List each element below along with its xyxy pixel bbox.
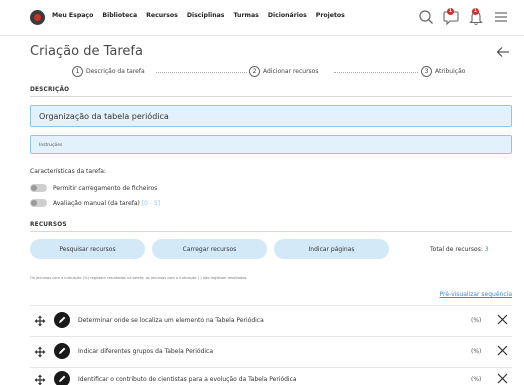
instructions-input[interactable]: Instruções [30, 135, 512, 154]
step-3[interactable]: 3 Atribuição [421, 66, 465, 77]
close-icon[interactable] [497, 345, 508, 356]
close-icon[interactable] [497, 373, 508, 384]
close-icon[interactable] [497, 314, 508, 325]
step-number: 3 [421, 66, 432, 77]
step-label: Adicionar recursos [263, 68, 319, 75]
resource-percent: (%) [471, 317, 482, 324]
logo[interactable] [30, 10, 45, 25]
indicate-pages-button[interactable]: Indicar páginas [274, 239, 389, 259]
step-2[interactable]: 2 Adicionar recursos [249, 66, 318, 77]
move-icon[interactable] [34, 346, 46, 358]
bell-icon[interactable]: 1 [467, 8, 485, 26]
row-divider [30, 367, 512, 368]
messages-icon[interactable]: 1 [442, 8, 460, 26]
resource-row: Indicar diferentes grupos da Tabela Peri… [30, 341, 512, 363]
section-divider [30, 96, 512, 97]
row-divider [30, 305, 512, 306]
upload-files-label: Permitir carregamento de ficheiros [53, 184, 158, 192]
upload-files-toggle[interactable] [30, 184, 47, 192]
step-connector [156, 72, 247, 73]
edit-icon[interactable] [54, 343, 70, 359]
step-label: Atribuição [435, 68, 466, 75]
move-icon[interactable] [34, 315, 46, 327]
nav-item-biblioteca[interactable]: Biblioteca [102, 12, 137, 19]
nav-item-meu-espaco[interactable]: Meu Espaço [52, 12, 93, 19]
task-characteristics-title: Características da tarefa: [30, 168, 106, 175]
manual-evaluation-toggle[interactable] [30, 199, 47, 207]
edit-icon[interactable] [54, 312, 70, 328]
resource-label[interactable]: Identificar o contributo de cientistas p… [78, 376, 297, 383]
step-number: 1 [72, 66, 83, 77]
resource-row: Identificar o contributo de cientistas p… [30, 369, 512, 385]
manual-evaluation-option: Avaliação manual (da tarefa) [0 - 5] [30, 199, 160, 207]
row-divider [30, 336, 512, 337]
move-icon[interactable] [34, 374, 46, 385]
resource-label[interactable]: Determinar onde se localiza um elemento … [78, 317, 264, 324]
step-connector [334, 72, 418, 73]
section-heading-descricao: DESCRIÇÃO [30, 87, 70, 93]
nav-item-disciplinas[interactable]: Disciplinas [187, 12, 225, 19]
search-resources-button[interactable]: Pesquisar recursos [30, 239, 145, 259]
nav-item-turmas[interactable]: Turmas [234, 12, 259, 19]
nav-item-dicionarios[interactable]: Dicionários [268, 12, 307, 19]
manual-evaluation-hint: [0 - 5] [141, 199, 161, 207]
upload-files-option: Permitir carregamento de ficheiros [30, 184, 157, 192]
total-resources-label: Total de recursos: [430, 246, 483, 253]
total-resources: Total de recursos: 3 [430, 246, 489, 253]
resources-note: Os recursos com a indicação (%) registam… [30, 276, 248, 280]
header-divider [0, 35, 524, 36]
page-title: Criação de Tarefa [30, 44, 143, 59]
task-title-input[interactable]: Organização da tabela periódica [30, 105, 512, 127]
resource-label[interactable]: Indicar diferentes grupos da Tabela Peri… [78, 348, 213, 355]
top-navigation: Meu Espaço Biblioteca Recursos Disciplin… [0, 0, 524, 34]
task-stepper: 1 Descrição da tarefa 2 Adicionar recurs… [72, 66, 484, 80]
nav-item-projetos[interactable]: Projetos [316, 12, 345, 19]
step-1[interactable]: 1 Descrição da tarefa [72, 66, 145, 77]
manual-evaluation-label: Avaliação manual (da tarefa) [0 - 5] [53, 200, 160, 207]
total-resources-value: 3 [484, 246, 489, 253]
messages-badge: 1 [447, 8, 454, 15]
hamburger-menu-icon[interactable] [492, 8, 510, 26]
manual-evaluation-text: Avaliação manual (da tarefa) [53, 199, 140, 207]
resource-percent: (%) [471, 348, 482, 355]
notifications-badge: 1 [472, 8, 479, 15]
preview-sequence-link[interactable]: Pré-visualizar sequência [440, 291, 512, 298]
nav-item-recursos[interactable]: Recursos [146, 12, 178, 19]
step-number: 2 [249, 66, 260, 77]
section-divider [30, 231, 512, 232]
main-menu: Meu Espaço Biblioteca Recursos Disciplin… [52, 12, 345, 19]
section-heading-recursos: RECURSOS [30, 222, 67, 228]
step-label: Descrição da tarefa [86, 68, 145, 75]
upload-resources-button[interactable]: Carregar recursos [152, 239, 267, 259]
resource-row: Determinar onde se localiza um elemento … [30, 310, 512, 332]
search-icon[interactable] [417, 8, 435, 26]
back-arrow-icon[interactable] [496, 46, 510, 58]
resource-percent: (%) [471, 376, 482, 383]
edit-icon[interactable] [54, 371, 70, 385]
